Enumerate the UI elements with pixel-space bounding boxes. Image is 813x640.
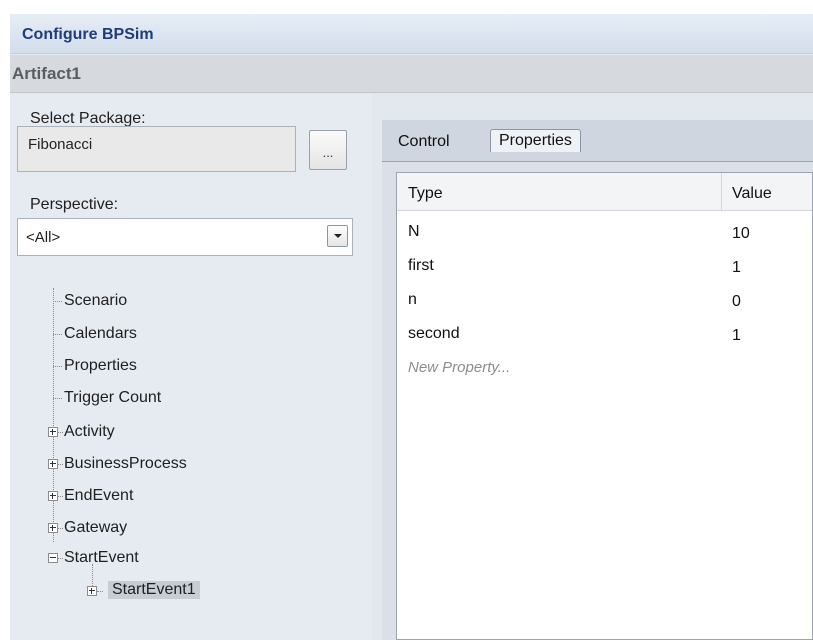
window-title: Configure BPSim [22, 26, 154, 43]
tree-item-trigger-count[interactable]: Trigger Count [64, 389, 161, 407]
property-type: n [408, 291, 417, 308]
perspective-dropdown-button[interactable] [327, 225, 348, 247]
tree-item-endevent[interactable]: EndEvent [64, 487, 133, 505]
expand-icon[interactable] [48, 523, 58, 533]
tab-strip: Control Properties [382, 120, 813, 162]
package-field[interactable]: Fibonacci [17, 126, 296, 172]
perspective-select[interactable]: <All> [17, 218, 353, 256]
tree-item-startevent[interactable]: StartEvent [64, 549, 139, 567]
property-type: N [408, 223, 420, 240]
property-value[interactable]: 10 [732, 225, 750, 243]
column-header-type[interactable]: Type [408, 185, 443, 203]
package-value: Fibonacci [28, 136, 93, 153]
expand-icon[interactable] [48, 491, 58, 501]
expand-icon[interactable] [87, 586, 97, 596]
property-type: second [408, 325, 460, 342]
tree-item-startevent1[interactable]: StartEvent1 [108, 581, 200, 599]
tree-item-gateway[interactable]: Gateway [64, 519, 127, 537]
grid-header: Type Value [397, 173, 812, 211]
properties-grid: Type Value N 10 first 1 n 0 second 1 New… [396, 172, 813, 640]
property-type: first [408, 257, 434, 274]
collapse-icon[interactable] [48, 553, 58, 563]
tab-control[interactable]: Control [398, 133, 450, 151]
tree-connector [53, 288, 54, 542]
expand-icon[interactable] [48, 427, 58, 437]
browse-package-button[interactable]: ... [309, 130, 347, 170]
new-property-placeholder[interactable]: New Property... [408, 359, 510, 376]
column-header-value[interactable]: Value [732, 185, 772, 203]
property-value[interactable]: 1 [732, 259, 741, 277]
expand-icon[interactable] [48, 459, 58, 469]
property-value[interactable]: 0 [732, 293, 741, 311]
property-value[interactable]: 1 [732, 327, 741, 345]
tree-item-scenario[interactable]: Scenario [64, 292, 127, 310]
title-bar: Configure BPSim [10, 14, 813, 54]
tree-item-calendars[interactable]: Calendars [64, 325, 137, 343]
tree-item-properties[interactable]: Properties [64, 357, 137, 375]
tree-item-activity[interactable]: Activity [64, 423, 115, 441]
tree-item-businessprocess[interactable]: BusinessProcess [64, 455, 187, 473]
perspective-label: Perspective: [30, 196, 119, 213]
tab-properties[interactable]: Properties [490, 129, 581, 152]
artifact-header: Artifact1 [10, 55, 813, 93]
artifact-name: Artifact1 [12, 64, 81, 83]
perspective-value: <All> [26, 229, 61, 246]
chevron-down-icon [334, 234, 342, 238]
